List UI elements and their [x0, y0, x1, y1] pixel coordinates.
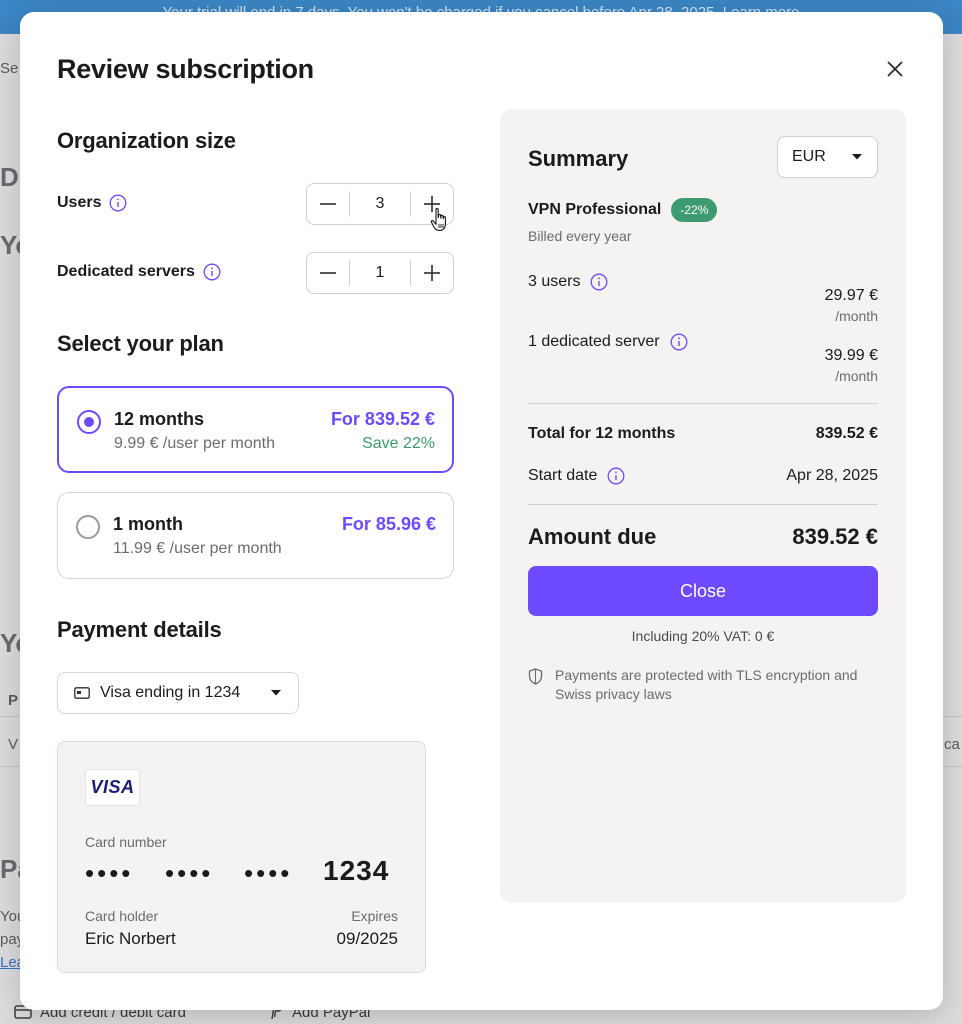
vat-note: Including 20% VAT: 0 € — [631, 628, 775, 644]
amount-due-label: Amount due — [528, 524, 657, 549]
users-label-text: Users — [57, 194, 102, 211]
plan-savings: Save 22% — [362, 435, 435, 452]
plan-name: 12 months — [114, 409, 205, 429]
shield-icon — [528, 668, 543, 685]
payment-method-select[interactable]: Visa ending in 1234 — [57, 672, 299, 714]
minus-icon — [320, 203, 336, 205]
security-note-text: Payments are protected with TLS encrypti… — [555, 667, 858, 702]
close-button[interactable] — [882, 56, 908, 82]
heading-fragment: D — [0, 162, 19, 192]
info-icon[interactable] — [670, 333, 688, 351]
chevron-down-icon — [852, 154, 862, 160]
search-fragment: Se — [0, 60, 19, 77]
users-decrement-button[interactable] — [307, 184, 349, 224]
card-preview: VISA Card number •••• •••• •••• 1234 Car… — [57, 741, 426, 973]
info-icon[interactable] — [607, 467, 625, 485]
total-label: Total for 12 months — [528, 425, 676, 442]
card-number-masked: •••• — [85, 858, 134, 888]
card-holder-label: Card holder — [85, 908, 159, 924]
discount-badge: -22% — [671, 198, 718, 222]
plan-total-price: For 839.52 € — [330, 409, 435, 429]
card-number-masked: •••• — [244, 858, 293, 888]
servers-decrement-button[interactable] — [307, 253, 349, 293]
close-icon — [887, 61, 903, 77]
minus-icon — [320, 272, 336, 274]
plan-total-price: For 85.96 € — [341, 514, 436, 534]
info-icon[interactable] — [590, 273, 608, 291]
plus-icon — [424, 265, 440, 281]
plan-product-name: VPN Professional — [528, 201, 662, 218]
plan-radio-1-month[interactable] — [76, 515, 100, 539]
modal-title: Review subscription — [57, 54, 314, 84]
server-line-unit: /month — [835, 368, 878, 384]
amount-due-value: 839.52 € — [792, 524, 878, 549]
billing-cycle: Billed every year — [528, 228, 632, 244]
start-date-value: Apr 28, 2025 — [786, 467, 878, 484]
servers-label: Dedicated servers — [57, 263, 221, 281]
users-label: Users — [57, 194, 127, 212]
info-icon[interactable] — [109, 194, 127, 212]
card-number-masked: •••• — [165, 858, 214, 888]
org-size-title: Organization size — [57, 128, 236, 153]
select-plan-title: Select your plan — [57, 331, 224, 356]
plan-name: 1 month — [113, 514, 183, 534]
users-increment-button[interactable] — [411, 184, 453, 224]
row-fragment: ca — [944, 736, 960, 753]
visa-logo: VISA — [85, 769, 140, 806]
divider — [528, 504, 878, 505]
card-number-label: Card number — [85, 834, 167, 850]
summary-users-line: 3 users — [528, 273, 608, 291]
payment-method-label: Visa ending in 1234 — [100, 684, 241, 701]
start-date-label: Start date — [528, 467, 598, 484]
chevron-down-icon — [271, 690, 281, 696]
servers-increment-button[interactable] — [411, 253, 453, 293]
server-line-price: 39.99 € — [824, 347, 878, 364]
plan-radio-12-months[interactable] — [77, 410, 101, 434]
server-line-label: 1 dedicated server — [528, 333, 660, 350]
plan-price-per-user: 9.99 € /user per month — [114, 435, 275, 452]
users-line-label: 3 users — [528, 273, 581, 290]
summary-title: Summary — [528, 146, 629, 171]
users-quantity-input[interactable]: 3 — [349, 191, 411, 217]
plan-option-1-month[interactable]: 1 month 11.99 € /user per month For 85.9… — [57, 492, 454, 579]
plus-icon — [424, 196, 440, 212]
summary-panel: Summary EUR VPN Professional -22% Billed… — [500, 109, 906, 903]
credit-card-icon — [74, 687, 90, 699]
card-expiry-date: 09/2025 — [336, 929, 398, 948]
column-fragment: P — [8, 692, 19, 709]
servers-label-text: Dedicated servers — [57, 263, 195, 280]
total-value: 839.52 € — [815, 425, 878, 442]
close-primary-button[interactable]: Close — [528, 566, 878, 616]
review-subscription-modal: Review subscription Organization size Us… — [20, 12, 943, 1010]
info-icon[interactable] — [203, 263, 221, 281]
start-date-line: Start date — [528, 467, 625, 485]
users-stepper: 3 — [306, 183, 454, 225]
currency-value: EUR — [792, 148, 826, 165]
card-last-four: 1234 — [323, 855, 390, 886]
card-holder-name: Eric Norbert — [85, 929, 176, 948]
users-line-unit: /month — [835, 308, 878, 324]
payment-details-title: Payment details — [57, 617, 222, 642]
plan-option-12-months[interactable]: 12 months 9.99 € /user per month For 839… — [57, 386, 454, 473]
users-line-price: 29.97 € — [824, 287, 878, 304]
card-expires-label: Expires — [351, 908, 398, 924]
divider — [528, 403, 878, 404]
security-note: Payments are protected with TLS encrypti… — [528, 666, 878, 704]
summary-server-line: 1 dedicated server — [528, 333, 688, 351]
servers-quantity-input[interactable]: 1 — [349, 260, 411, 286]
currency-select[interactable]: EUR — [777, 136, 878, 178]
servers-stepper: 1 — [306, 252, 454, 294]
plan-price-per-user: 11.99 € /user per month — [113, 540, 282, 557]
row-fragment: V — [8, 736, 19, 753]
summary-plan: VPN Professional -22% — [528, 198, 718, 222]
